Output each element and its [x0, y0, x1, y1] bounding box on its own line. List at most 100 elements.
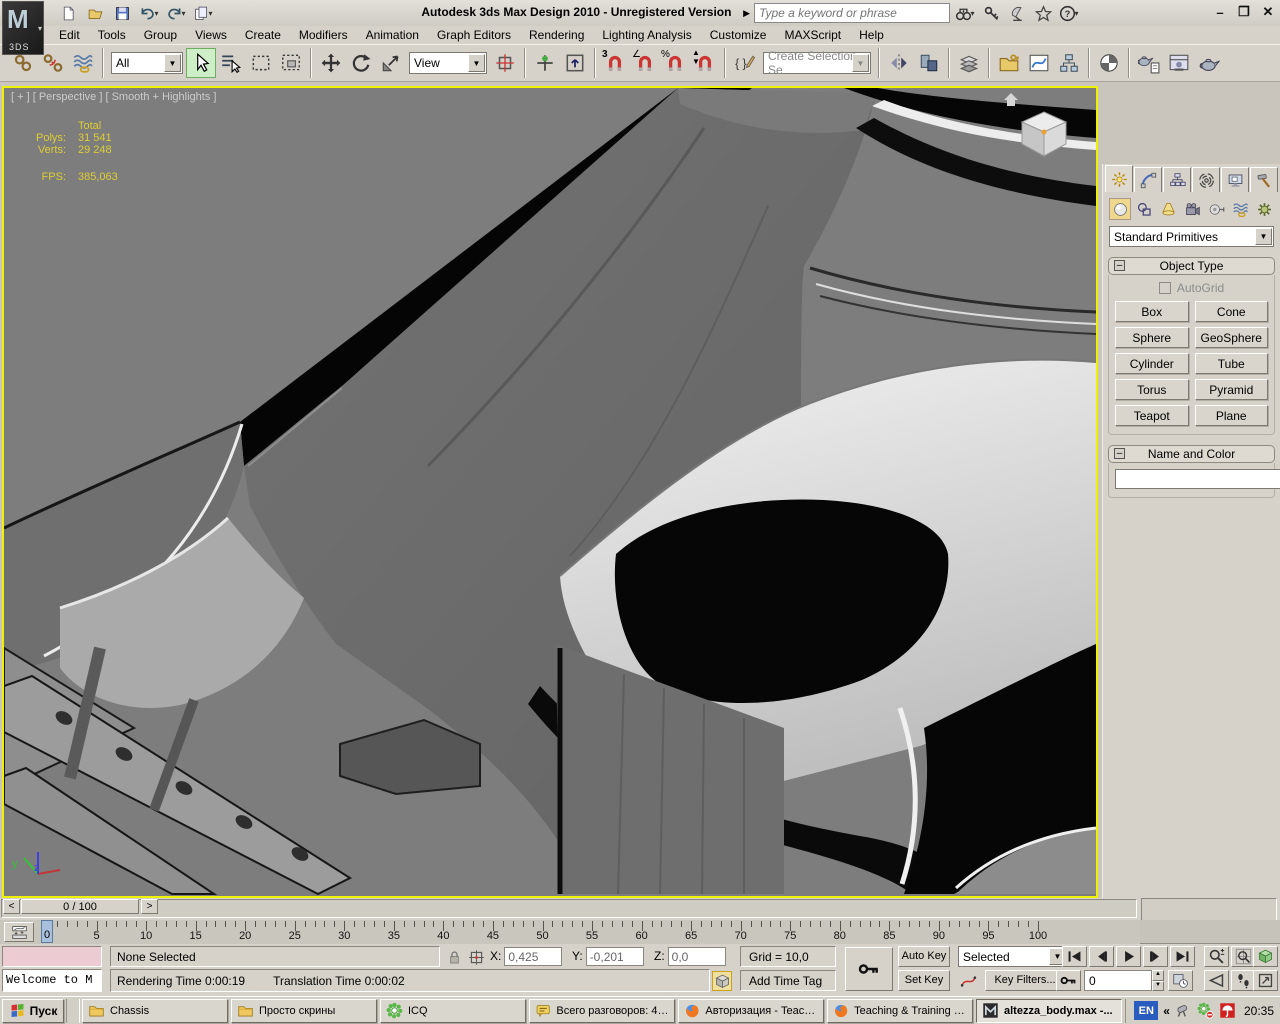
geosphere-button[interactable]: GeoSphere: [1195, 327, 1269, 348]
material-editor-icon[interactable]: [1094, 48, 1124, 78]
subtab-geometry[interactable]: [1109, 198, 1131, 220]
telescope-tray-icon[interactable]: [1175, 1002, 1192, 1019]
spinner-snap-icon[interactable]: ▲▼: [690, 48, 720, 78]
menu-customize[interactable]: Customize: [701, 27, 776, 43]
search-input[interactable]: [755, 5, 949, 21]
menu-group[interactable]: Group: [135, 27, 186, 43]
menu-views[interactable]: Views: [186, 27, 236, 43]
dropdown-arrow-icon[interactable]: ▼: [852, 54, 869, 72]
mirror-icon[interactable]: [884, 48, 914, 78]
keyboard-shortcut-override-icon[interactable]: [560, 48, 590, 78]
current-frame-field[interactable]: 0: [1084, 970, 1152, 991]
subtab-lights[interactable]: [1157, 198, 1179, 220]
avira-tray-icon[interactable]: [1219, 1002, 1236, 1019]
absolute-offset-toggle-icon[interactable]: [466, 947, 486, 967]
key-mode-toggle-icon[interactable]: [1056, 970, 1081, 991]
menu-tools[interactable]: Tools: [89, 27, 135, 43]
mini-curve-editor-icon[interactable]: [4, 922, 34, 942]
y-value-field[interactable]: -0,201: [586, 947, 644, 966]
app-logo[interactable]: M 3DS ▾: [2, 1, 44, 55]
select-and-rotate-icon[interactable]: [346, 48, 376, 78]
subtab-space-warps[interactable]: [1229, 198, 1251, 220]
collapse-icon[interactable]: –: [1114, 448, 1125, 459]
tab-utilities[interactable]: [1250, 167, 1278, 192]
tab-modify[interactable]: [1134, 167, 1162, 192]
frame-spinner[interactable]: ▲▼: [1152, 970, 1164, 991]
snaps-toggle-3d-icon[interactable]: 3: [600, 48, 630, 78]
current-frame-indicator[interactable]: 0: [41, 920, 53, 943]
reference-coordinate-system-dropdown[interactable]: View▼: [409, 52, 487, 74]
menu-maxscript[interactable]: MAXScript: [775, 27, 850, 43]
menu-create[interactable]: Create: [236, 27, 290, 43]
spinner-down-icon[interactable]: ▼: [1152, 981, 1164, 992]
tab-display[interactable]: [1221, 167, 1249, 192]
align-icon[interactable]: [914, 48, 944, 78]
open-file-icon[interactable]: [83, 2, 107, 24]
key-filters-button[interactable]: Key Filters...: [985, 970, 1065, 991]
rendered-frame-window-icon[interactable]: [1164, 48, 1194, 78]
select-and-scale-icon[interactable]: [376, 48, 406, 78]
search-expand-icon[interactable]: ▶: [743, 8, 750, 19]
time-slider-handle[interactable]: 0 / 100: [21, 899, 139, 914]
save-file-icon[interactable]: [110, 2, 134, 24]
teapot-button[interactable]: Teapot: [1115, 405, 1189, 426]
dropdown-arrow-icon[interactable]: ▼: [1255, 228, 1272, 245]
search-binoculars-icon[interactable]: ▾: [954, 3, 976, 23]
cone-button[interactable]: Cone: [1195, 301, 1269, 322]
spinner-up-icon[interactable]: ▲: [1152, 970, 1164, 981]
taskbar-button-chassis[interactable]: Chassis: [82, 999, 228, 1023]
auto-key-button[interactable]: Auto Key: [898, 946, 950, 967]
menu-modifiers[interactable]: Modifiers: [290, 27, 357, 43]
go-to-start-icon[interactable]: [1062, 946, 1087, 967]
menu-help[interactable]: Help: [850, 27, 893, 43]
x-value-field[interactable]: 0,425: [504, 947, 562, 966]
schematic-view-icon[interactable]: [1054, 48, 1084, 78]
rectangular-selection-region-icon[interactable]: [246, 48, 276, 78]
start-button[interactable]: Пуск: [2, 999, 64, 1023]
language-indicator[interactable]: EN: [1134, 1001, 1158, 1020]
menu-graph-editors[interactable]: Graph Editors: [428, 27, 520, 43]
pyramid-button[interactable]: Pyramid: [1195, 379, 1269, 400]
menu-edit[interactable]: Edit: [50, 27, 89, 43]
zoom-extents-icon[interactable]: [1253, 946, 1278, 967]
dropdown-arrow-icon[interactable]: ▼: [164, 54, 181, 72]
undo-icon[interactable]: ▾: [137, 2, 161, 24]
select-object-button[interactable]: [186, 48, 216, 78]
named-selection-sets-dropdown[interactable]: Create Selection Se▼: [763, 52, 871, 74]
name-and-color-rollout-header[interactable]: –Name and Color: [1108, 445, 1275, 463]
close-icon[interactable]: ✕: [1260, 4, 1276, 20]
percent-snap-icon[interactable]: %: [660, 48, 690, 78]
object-name-input[interactable]: [1115, 469, 1280, 489]
angle-snap-icon[interactable]: ∠: [630, 48, 660, 78]
bind-to-space-warp-icon[interactable]: [68, 48, 98, 78]
track-view-icon[interactable]: [1024, 48, 1054, 78]
set-keys-button[interactable]: [845, 947, 893, 991]
object-type-rollout-header[interactable]: –Object Type: [1108, 257, 1275, 275]
subtab-shapes[interactable]: [1133, 198, 1155, 220]
project-folder-icon[interactable]: ▾: [191, 2, 215, 24]
menu-animation[interactable]: Animation: [357, 27, 428, 43]
tube-button[interactable]: Tube: [1195, 353, 1269, 374]
selection-set-dropdown[interactable]: Selected▼: [958, 946, 1068, 967]
plane-button[interactable]: Plane: [1195, 405, 1269, 426]
minimize-icon[interactable]: –: [1212, 4, 1228, 20]
taskbar-button-authorization[interactable]: Авторизация - Teachi...: [678, 999, 824, 1023]
subtab-systems[interactable]: [1253, 198, 1275, 220]
dropdown-arrow-icon[interactable]: ▼: [468, 54, 485, 72]
autogrid-checkbox[interactable]: [1159, 282, 1171, 294]
edit-named-selection-sets-icon[interactable]: [730, 48, 760, 78]
adaptive-degradation-icon[interactable]: [712, 971, 732, 991]
viewport-label[interactable]: [ + ] [ Perspective ] [ Smooth + Highlig…: [11, 91, 216, 103]
subtab-helpers[interactable]: [1205, 198, 1227, 220]
taskbar-button-screens[interactable]: Просто скрины: [231, 999, 377, 1023]
restore-icon[interactable]: ❒: [1236, 4, 1252, 20]
taskbar-button-icq[interactable]: ICQ: [380, 999, 526, 1023]
perspective-viewport[interactable]: [ + ] [ Perspective ] [ Smooth + Highlig…: [2, 86, 1098, 898]
box-button[interactable]: Box: [1115, 301, 1189, 322]
add-time-tag[interactable]: Add Time Tag: [740, 970, 836, 991]
next-frame-icon[interactable]: [1143, 946, 1168, 967]
taskbar-button-conversations[interactable]: Всего разговоров: 4 -...: [529, 999, 675, 1023]
cylinder-button[interactable]: Cylinder: [1115, 353, 1189, 374]
render-production-icon[interactable]: [1194, 48, 1224, 78]
tab-motion[interactable]: [1192, 167, 1220, 192]
